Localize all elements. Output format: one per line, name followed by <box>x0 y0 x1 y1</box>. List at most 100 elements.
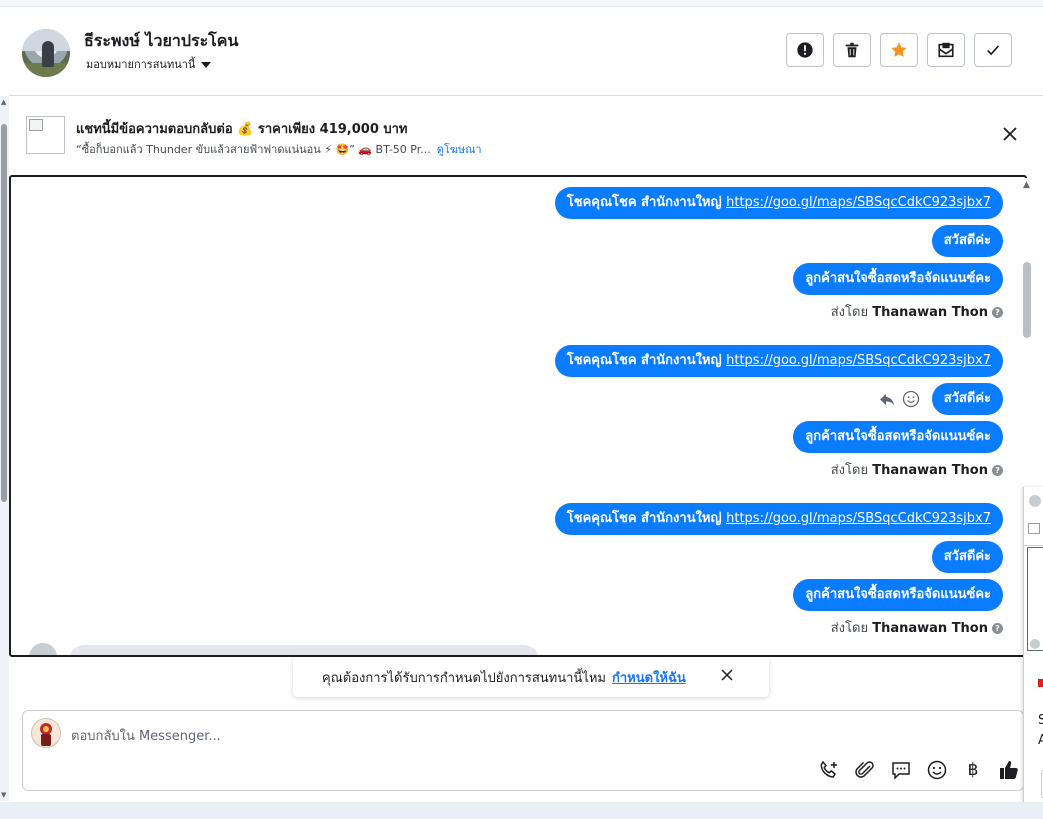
sent-by-prefix: ส่งโดย <box>830 305 869 320</box>
scroll-down-icon[interactable]: ▼ <box>1 791 6 799</box>
close-icon[interactable] <box>720 668 734 682</box>
popover-avatar <box>1030 639 1040 649</box>
sent-by-label: ส่งโดย Thanawan Thon? <box>303 301 1003 322</box>
star-icon <box>891 42 907 57</box>
message-list: โชคคุณโชค สำนักงานใหญ่ https://goo.gl/ma… <box>303 187 1003 655</box>
sender-name: Thanawan Thon <box>872 463 988 478</box>
message-bubble[interactable]: โชคคุณโชค สำนักงานใหญ่ https://goo.gl/ma… <box>554 345 1003 377</box>
react-emoji-icon[interactable] <box>902 390 920 408</box>
close-icon[interactable] <box>1001 125 1019 143</box>
help-icon[interactable]: ? <box>992 465 1003 476</box>
message-row: ลูกค้าสนใจซื้อสดหรือจัดแนนซ์คะ <box>303 263 1003 295</box>
spam-button[interactable] <box>786 33 824 67</box>
help-icon[interactable]: ? <box>992 623 1003 634</box>
page-scrollbar[interactable]: ▲ ▼ <box>0 96 9 801</box>
attach-button[interactable] <box>853 758 877 782</box>
scroll-up-icon[interactable]: ▲ <box>1 98 6 106</box>
reply-input[interactable]: ตอบกลับใน Messenger... <box>71 725 221 746</box>
reply-composer[interactable]: ตอบกลับใน Messenger... ฿ <box>22 710 1024 791</box>
incoming-message-bubble[interactable] <box>69 645 539 655</box>
assign-to-me-link[interactable]: กำหนดให้ฉัน <box>612 671 686 686</box>
popover-avatar <box>1029 495 1041 507</box>
star-button[interactable] <box>880 33 918 67</box>
trash-icon <box>845 42 859 58</box>
message-row: สวัสดีค่ะ <box>303 541 1003 573</box>
conversation-header: ธีระพงษ์ ไวยาประโคน มอบหมายการสนทนานี้ <box>9 7 1043 96</box>
ad-banner: แชทนี้มีข้อความตอบกลับต่อ 💰 ราคาเพียง 41… <box>9 96 1043 174</box>
message-bubble[interactable]: โชคคุณโชค สำนักงานใหญ่ https://goo.gl/ma… <box>554 187 1003 219</box>
sent-by-label: ส่งโดย Thanawan Thon? <box>303 459 1003 480</box>
view-ad-link[interactable]: ดูโฆษณา <box>437 143 482 156</box>
mark-unread-button[interactable] <box>927 33 965 67</box>
maps-link[interactable]: https://goo.gl/maps/SBSqcCdkC923sjbx7 <box>726 353 991 368</box>
message-bubble[interactable]: ลูกค้าสนใจซื้อสดหรือจัดแนนซ์คะ <box>793 579 1003 611</box>
done-button[interactable] <box>974 33 1012 67</box>
maps-link[interactable]: https://goo.gl/maps/SBSqcCdkC923sjbx7 <box>726 195 991 210</box>
message-row: ลูกค้าสนใจซื้อสดหรือจัดแนนซ์คะ <box>303 421 1003 453</box>
emoji-button[interactable] <box>925 758 949 782</box>
assign-label: มอบหมายการสนทนานี้ <box>86 58 196 71</box>
like-button[interactable] <box>997 758 1021 782</box>
message-row: โชคคุณโชค สำนักงานใหญ่ https://goo.gl/ma… <box>303 503 1003 535</box>
help-icon[interactable]: ? <box>992 307 1003 318</box>
saved-reply-button[interactable] <box>889 758 913 782</box>
page-avatar <box>31 718 61 748</box>
message-bubble[interactable]: ลูกค้าสนใจซื้อสดหรือจัดแนนซ์คะ <box>793 263 1003 295</box>
scroll-up-icon[interactable]: ▲ <box>1023 180 1030 190</box>
message-text: โชคคุณโชค สำนักงานใหญ่ <box>566 511 727 526</box>
customer-avatar <box>29 643 57 655</box>
suggestion-text: คุณต้องการได้รับการกำหนดไปยังการสนทนานี้… <box>322 671 606 686</box>
call-icon <box>820 760 837 778</box>
ad-subtitle-text: “ซื้อก็บอกแล้ว Thunder ขับแล้วสายฟ้าฟาดแ… <box>76 143 431 156</box>
maps-link[interactable]: https://goo.gl/maps/SBSqcCdkC923sjbx7 <box>726 511 991 526</box>
contact-name[interactable]: ธีระพงษ์ ไวยาประโคน <box>84 29 238 54</box>
side-popover: S A <box>1023 487 1043 817</box>
message-row: โชคคุณโชค สำนักงานใหญ่ https://goo.gl/ma… <box>303 345 1003 377</box>
check-icon <box>987 45 1000 56</box>
assign-dropdown[interactable]: มอบหมายการสนทนานี้ <box>86 55 212 73</box>
envelope-icon <box>938 42 954 58</box>
assign-suggestion-text: คุณต้องการได้รับการกำหนดไปยังการสนทนานี้… <box>322 667 686 688</box>
broken-image-icon <box>1028 523 1040 534</box>
attach-icon <box>855 761 874 778</box>
sent-by-label: ส่งโดย Thanawan Thon? <box>303 617 1003 638</box>
thread-scroll-thumb[interactable] <box>1023 262 1031 338</box>
message-bubble[interactable]: สวัสดีค่ะ <box>931 383 1003 415</box>
saved-reply-icon <box>892 762 910 780</box>
message-bubble[interactable]: โชคคุณโชค สำนักงานใหญ่ https://goo.gl/ma… <box>554 503 1003 535</box>
sender-name: Thanawan Thon <box>872 621 988 636</box>
reply-icon[interactable] <box>878 390 896 408</box>
window-top-edge <box>0 0 1043 7</box>
sent-by-prefix: ส่งโดย <box>830 621 869 636</box>
popover-text: A <box>1038 733 1043 748</box>
message-bubble[interactable]: สวัสดีค่ะ <box>931 541 1003 573</box>
delete-button[interactable] <box>833 33 871 67</box>
like-icon <box>1000 761 1018 779</box>
payment-button[interactable]: ฿ <box>961 758 985 782</box>
broken-image-icon <box>29 119 43 131</box>
ad-thumbnail[interactable] <box>26 116 65 154</box>
assign-suggestion: คุณต้องการได้รับการกำหนดไปยังการสนทนานี้… <box>293 657 769 697</box>
message-bubble[interactable]: สวัสดีค่ะ <box>931 225 1003 257</box>
message-row: สวัสดีค่ะ <box>303 383 1003 415</box>
contact-avatar[interactable] <box>22 29 70 77</box>
message-row: โชคคุณโชค สำนักงานใหญ่ https://goo.gl/ma… <box>303 187 1003 219</box>
message-thread[interactable]: โชคคุณโชค สำนักงานใหญ่ https://goo.gl/ma… <box>9 175 1027 657</box>
ad-subtitle: “ซื้อก็บอกแล้ว Thunder ขับแล้วสายฟ้าฟาดแ… <box>76 140 482 158</box>
page-scroll-thumb[interactable] <box>1 124 7 502</box>
baht-icon: ฿ <box>967 760 979 780</box>
header-actions <box>786 33 1012 67</box>
ad-title: แชทนี้มีข้อความตอบกลับต่อ 💰 ราคาเพียง 41… <box>76 122 408 137</box>
popover-text: S <box>1038 713 1043 728</box>
emoji-icon <box>927 760 947 780</box>
page-bottom-band <box>0 802 1043 819</box>
message-row: สวัสดีค่ะ <box>303 225 1003 257</box>
message-text: โชคคุณโชค สำนักงานใหญ่ <box>566 353 727 368</box>
message-text: โชคคุณโชค สำนักงานใหญ่ <box>566 195 727 210</box>
composer-toolbar: ฿ <box>817 758 1021 782</box>
call-button[interactable] <box>817 758 841 782</box>
alert-icon <box>797 42 813 58</box>
message-hover-actions <box>878 390 920 408</box>
message-bubble[interactable]: ลูกค้าสนใจซื้อสดหรือจัดแนนซ์คะ <box>793 421 1003 453</box>
sender-name: Thanawan Thon <box>872 305 988 320</box>
